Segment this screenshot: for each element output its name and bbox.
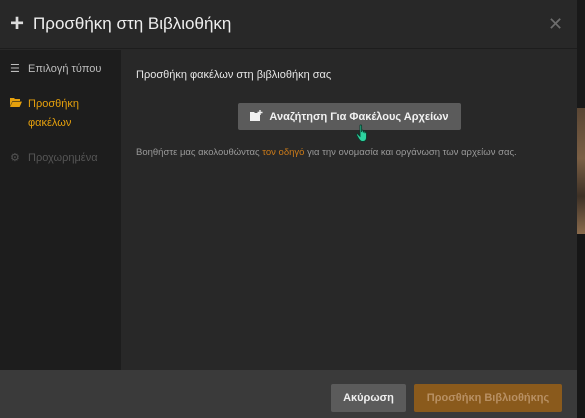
sidebar: ☰ Επιλογή τύπου Προσθήκη φακέλων ⚙ Προχω…	[0, 50, 121, 370]
plus-icon: +	[10, 10, 25, 37]
background-poster	[577, 108, 585, 234]
browse-folders-label: Αναζήτηση Για Φακέλους Αρχείων	[269, 110, 449, 123]
list-icon: ☰	[10, 63, 20, 75]
modal-title: Προσθήκη στη Βιβλιοθήκη	[33, 14, 232, 33]
modal-header: + Προσθήκη στη Βιβλιοθήκη ✕	[0, 0, 577, 49]
cancel-button[interactable]: Ακύρωση	[331, 384, 406, 412]
help-text-before: Βοηθήστε μας ακολουθώντας	[136, 147, 263, 158]
folder-plus-icon	[250, 109, 263, 124]
background-strip	[577, 0, 585, 108]
folder-open-icon	[10, 95, 24, 114]
modal-footer: Ακύρωση Προσθήκη Βιβλιοθήκης	[0, 370, 577, 418]
sidebar-item-label: Επιλογή τύπου	[28, 63, 102, 75]
section-heading: Προσθήκη φακέλων στη βιβλιοθήκη σας	[136, 69, 332, 81]
background-strip	[577, 234, 585, 418]
hand-cursor-icon	[356, 124, 367, 142]
content-panel: Προσθήκη φακέλων στη βιβλιοθήκη σας Αναζ…	[121, 50, 577, 370]
sidebar-item-label: Προσθήκη φακέλων	[28, 98, 79, 129]
browse-folders-button[interactable]: Αναζήτηση Για Φακέλους Αρχείων	[238, 103, 461, 130]
sidebar-item-select-type[interactable]: ☰ Επιλογή τύπου	[10, 60, 101, 79]
add-library-button[interactable]: Προσθήκη Βιβλιοθήκης	[414, 384, 562, 412]
sidebar-item-add-folders[interactable]: Προσθήκη φακέλων	[10, 95, 108, 133]
close-icon[interactable]: ✕	[548, 14, 563, 35]
gear-icon: ⚙	[10, 152, 20, 164]
sidebar-item-label: Προχωρημένα	[28, 152, 98, 164]
add-library-modal: + Προσθήκη στη Βιβλιοθήκη ✕ ☰ Επιλογή τύ…	[0, 0, 577, 418]
help-text: Βοηθήστε μας ακολουθώντας τον οδηγό για …	[136, 143, 576, 163]
help-text-after: για την ονομασία και οργάνωση των αρχείω…	[304, 147, 517, 158]
sidebar-item-advanced: ⚙ Προχωρημένα	[10, 149, 98, 168]
guide-link[interactable]: τον οδηγό	[262, 147, 304, 158]
